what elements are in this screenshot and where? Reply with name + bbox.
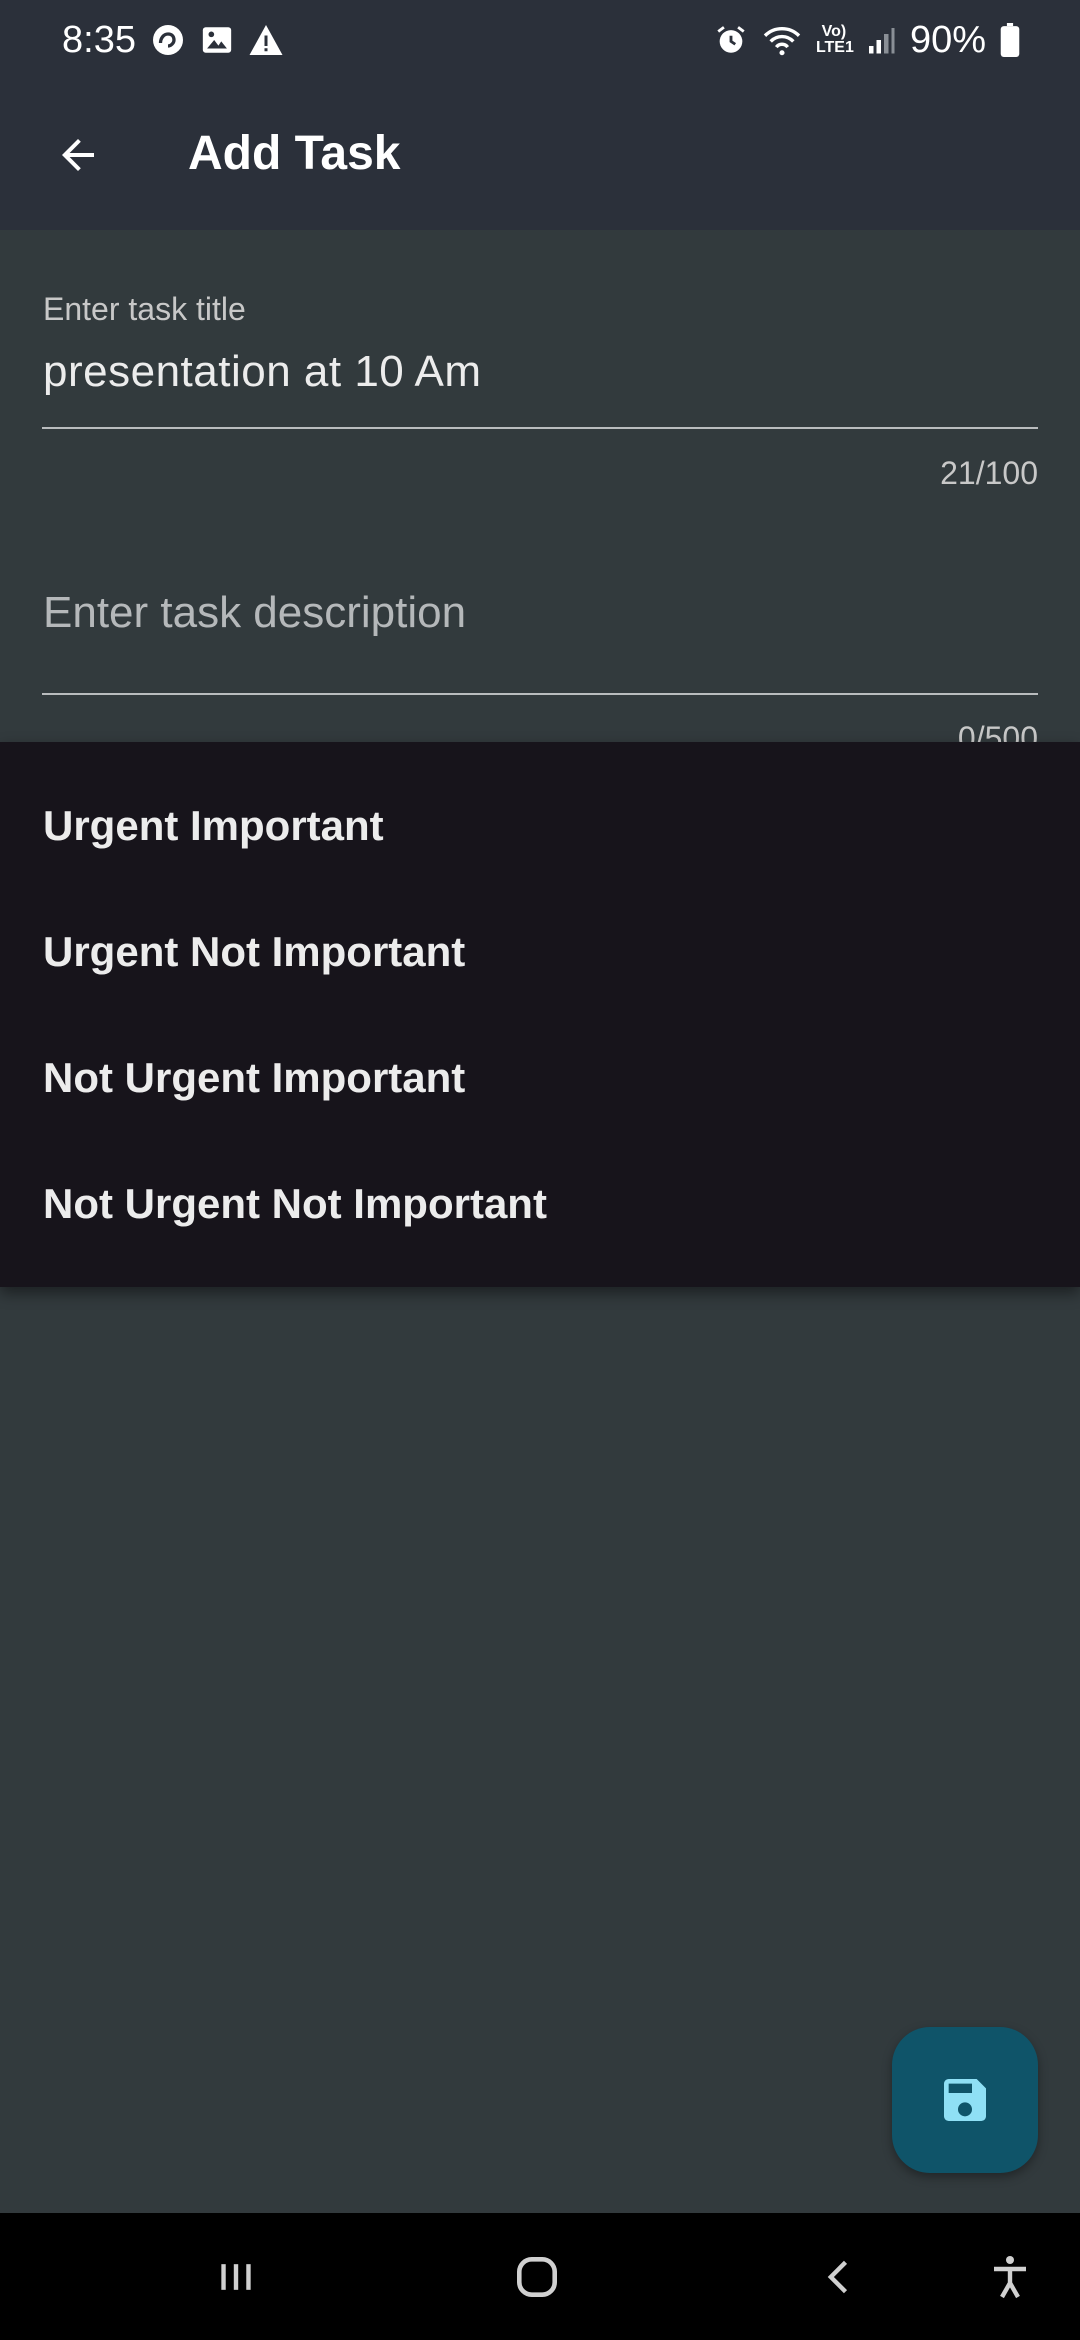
sync-icon [150,22,186,58]
home-button[interactable] [497,2213,577,2340]
nav-back-button[interactable] [800,2213,880,2340]
recents-button[interactable] [196,2213,276,2340]
signal-icon [866,25,896,55]
accessibility-icon [994,2255,1026,2298]
battery-icon [1000,23,1020,57]
menu-item-urgent-important[interactable]: Urgent Important [43,802,384,850]
menu-item-urgent-not-important[interactable]: Urgent Not Important [43,928,465,976]
home-icon [517,2256,557,2297]
arrow-left-icon [62,139,94,171]
alarm-icon [714,23,748,57]
priority-dropdown-menu: Urgent Important Urgent Not Important No… [0,742,1080,1287]
image-icon [200,23,234,57]
task-title-label: Enter task title [43,291,246,327]
task-description-underline [42,693,1038,695]
back-button[interactable] [40,117,116,193]
menu-item-not-urgent-important[interactable]: Not Urgent Important [43,1054,465,1102]
save-button[interactable] [892,2027,1038,2173]
accessibility-button[interactable] [970,2213,1050,2340]
app-bar: Add Task [0,80,1080,230]
task-title-underline [42,427,1038,429]
menu-item-not-urgent-not-important[interactable]: Not Urgent Not Important [43,1180,547,1228]
task-description-input[interactable]: Enter task description [43,588,466,638]
system-nav-bar [0,2213,1080,2340]
recents-icon [221,2263,251,2290]
status-time: 8:35 [62,18,136,61]
status-left: 8:35 [62,19,284,62]
save-icon [944,2079,986,2121]
page-title: Add Task [188,127,401,180]
status-right: Vo) LTE1 90% [714,19,1020,62]
volte-icon: Vo) LTE1 [815,23,854,56]
battery-percent: 90% [909,18,986,61]
task-title-input[interactable]: presentation at 10 Am [43,347,482,397]
task-title-counter: 21/100 [940,455,1038,491]
warning-icon [248,23,284,57]
back-icon [827,2260,848,2293]
wifi-icon [762,23,802,57]
status-bar: 8:35 Vo) LTE1 90% [0,0,1080,80]
